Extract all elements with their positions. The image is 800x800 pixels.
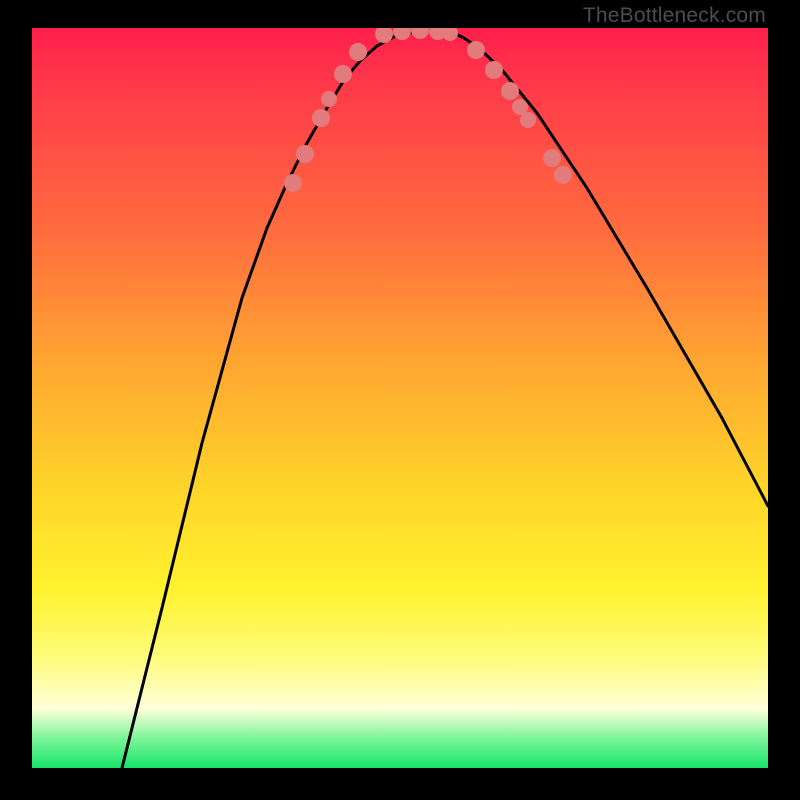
curve-marker	[411, 28, 429, 39]
curve-marker	[349, 43, 367, 61]
plot-area	[32, 28, 768, 768]
curve-marker	[543, 149, 561, 167]
watermark-text: TheBottleneck.com	[583, 4, 766, 28]
curve-marker	[520, 112, 536, 128]
bottleneck-curve-path	[122, 30, 768, 768]
curve-marker	[442, 28, 458, 41]
curve-marker	[554, 166, 572, 184]
curve-marker	[312, 109, 330, 127]
curve-marker	[334, 65, 352, 83]
curve-marker	[296, 145, 314, 163]
chart-svg	[32, 28, 768, 768]
chart-frame: TheBottleneck.com	[0, 0, 800, 800]
curve-marker	[284, 174, 302, 192]
curve-marker	[393, 28, 411, 40]
curve-marker	[321, 91, 337, 107]
curve-marker	[467, 41, 485, 59]
curve-marker	[485, 61, 503, 79]
curve-marker	[501, 82, 519, 100]
curve-marker	[375, 28, 393, 43]
